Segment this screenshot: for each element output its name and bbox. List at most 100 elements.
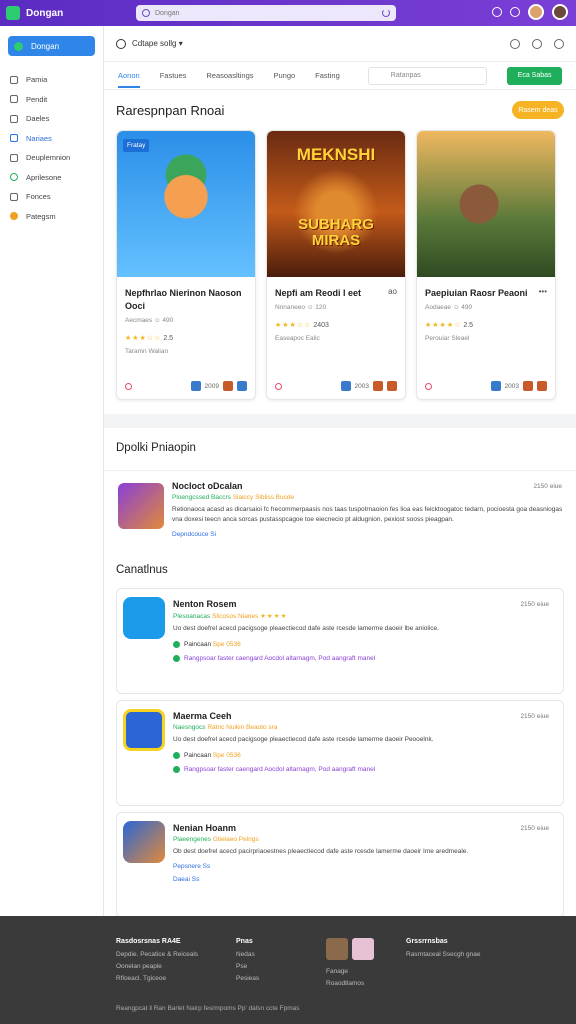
category-line: Rangpsoar faster caengard Aocdol altarna… [173, 766, 553, 773]
favorite-icon[interactable] [125, 382, 132, 390]
game-card[interactable]: Paepiuian Raosr Peaoni ••• Aodaeae ☺ 490… [416, 130, 556, 400]
thumb-icon [237, 381, 247, 391]
reviewer-avatar [118, 483, 164, 529]
footer-link[interactable]: Nedas [236, 951, 259, 958]
review-date: 2150 eiue [533, 483, 562, 490]
review-item[interactable]: Nocloct oDcalan Ploengcssed Baccrs Siaic… [104, 470, 576, 554]
games-icon [10, 134, 18, 143]
more-menu[interactable]: ••• [539, 287, 547, 296]
thumb-icon [387, 381, 397, 391]
game-card[interactable]: MEKNSHI SUBHARG MIRAS Nepfi am Reodi l e… [266, 130, 406, 400]
game-rating: ★★★☆☆ 2403 [267, 315, 405, 329]
footer-heading: Rasdosrsnas RA4E [116, 938, 181, 945]
sidebar-item-folders[interactable]: Fonces [0, 187, 103, 207]
category-card[interactable]: Maerma Ceeh Naesngocs Ratnc Nuikin Beaot… [116, 700, 564, 806]
category-line: Rangpsoar faster caengard Aocdol altarna… [173, 655, 553, 662]
favorite-icon[interactable] [425, 382, 432, 390]
thumb-icon [523, 381, 533, 391]
sort-selector[interactable]: Cdtape sollg ▾ [132, 39, 183, 48]
footer-link[interactable]: Pesieas [236, 975, 259, 982]
tab-bar: Aonon Fastues Reasoasltings Pungo Fastin… [104, 62, 576, 90]
thumbnail-image[interactable] [326, 938, 348, 960]
sidebar-item-apps[interactable]: Aprilesone [0, 168, 103, 188]
category-card[interactable]: Nenton Rosem Plesoanacas Slicosos Nianes… [116, 588, 564, 694]
settings-icon[interactable] [510, 7, 520, 17]
favorite-icon[interactable] [275, 382, 282, 390]
thumbnail-image[interactable] [352, 938, 374, 960]
game-cover-image [417, 131, 555, 277]
user-icon[interactable] [554, 38, 564, 49]
category-card[interactable]: Nenian Hoanm Plaeengenes Gtielaeo Pelngs… [116, 812, 564, 918]
footer-link[interactable]: Rasrntaceal Ssecgh gnae [406, 951, 480, 958]
footer-copyright: Reangpcat ‖ Ran Barlet Nairp fesrmpoms P… [116, 1005, 300, 1012]
rating-value: 2403 [313, 322, 329, 329]
tab-2[interactable]: Fastues [160, 71, 187, 80]
footer-link[interactable]: Rfloeacl. Tgiceoe [116, 975, 198, 982]
footer-link[interactable]: Pse [236, 963, 259, 970]
game-developer: Perouiar Sleael [425, 335, 470, 342]
category-line: Paincaan Spe 0536 [173, 752, 553, 759]
star-rating-icon: ★★★★☆ [425, 322, 462, 329]
cover-title: MEKNSHI [296, 145, 376, 164]
game-developer: Easeapoc Ealic [275, 335, 320, 342]
category-text: Ob dest doefrel acecd pacirpriaoestnes p… [173, 848, 469, 855]
filter-bar: Cdtape sollg ▾ [104, 26, 576, 62]
category-text: Uo dest doefrel acecd pacigsoge pleaecti… [173, 736, 434, 743]
game-meta: Aodaeae ☺ 490 [425, 304, 473, 311]
category-body: Maerma Ceeh Naesngocs Ratnc Nuikin Beaot… [173, 711, 553, 773]
footer-link[interactable]: Depdie. Pecatice & Reiceals [116, 951, 198, 958]
search-input[interactable]: Dongan [136, 5, 396, 21]
search-go-button[interactable]: Eca Sabas [507, 66, 562, 85]
sidebar-primary-button[interactable]: Dongan [8, 36, 95, 56]
game-card[interactable]: Fratay Nepfhrlao Nierinon Naoson Ooci Ae… [116, 130, 256, 400]
app-logo-icon[interactable] [6, 6, 20, 20]
tab-1[interactable]: Aonon [118, 71, 140, 88]
category-tags: Plaeengenes Gtielaeo Pelngs [173, 836, 553, 843]
sidebar-item-home[interactable]: Pamia [0, 70, 103, 90]
tab-3[interactable]: Reasoasltings [206, 71, 253, 80]
tag-icon [10, 114, 18, 123]
thumb-icon [340, 381, 351, 391]
sidebar-primary-label: Dongan [31, 41, 60, 51]
sidebar-item-pategsm[interactable]: Pategsm [0, 207, 103, 227]
home-icon[interactable] [492, 7, 502, 17]
category-line-text[interactable]: Rangpsoar faster caengard Aocdol altarna… [184, 766, 375, 773]
view-all-button[interactable]: Rasem deas [512, 101, 564, 119]
game-badge: Fratay [123, 139, 150, 152]
home-icon [10, 75, 18, 84]
sidebar: Dongan Pamia Pendit Daeles Nariaes Deupl… [0, 26, 104, 916]
app-icon [123, 597, 165, 639]
sort-selector-label: Cdtape sollg [132, 39, 177, 48]
category-tag-secondary: Slicosos Nianes [212, 613, 259, 620]
top-bar: Dongan Dongan [0, 0, 576, 26]
category-tag-extra: Beaoto sra [246, 724, 278, 731]
footer-link[interactable]: Roaodtlamos [326, 980, 378, 987]
category-line-text[interactable]: Rangpsoar faster caengard Aocdol altarna… [184, 655, 375, 662]
footer-link[interactable]: Oonelan peaple [116, 963, 198, 970]
tab-5[interactable]: Fasting [315, 71, 340, 80]
review-link[interactable]: Depndcouce Si [172, 531, 564, 538]
profile-icon[interactable] [510, 38, 520, 49]
category-link-secondary[interactable]: Daeai Ss [173, 876, 553, 883]
user-avatar[interactable] [552, 4, 568, 20]
notification-avatar[interactable] [528, 4, 544, 20]
sidebar-item-docs[interactable]: Pendit [0, 90, 103, 110]
review-text: Retionaoca acasd as dicarsaioi fc frecom… [172, 506, 563, 523]
sidebar-item-games[interactable]: Nariaes [0, 129, 103, 149]
sidebar-item-tags[interactable]: Daeles [0, 109, 103, 129]
game-rating: ★★★★☆ 2.5 [417, 315, 555, 329]
shield-icon[interactable] [532, 38, 542, 49]
tab-4[interactable]: Pungo [273, 71, 295, 80]
sidebar-item-puzzle[interactable]: Deuplemnion [0, 148, 103, 168]
footer-link[interactable]: Fanage [326, 968, 378, 975]
more-menu[interactable]: ao [388, 287, 397, 296]
category-link[interactable]: Pepsnere Ss [173, 863, 553, 870]
status-dot-icon [173, 752, 180, 759]
status-dot-icon [173, 655, 180, 663]
refresh-icon[interactable] [382, 9, 390, 17]
search-icon[interactable] [116, 38, 126, 49]
card-footer: 2009 [125, 381, 247, 391]
rating-value: 2.5 [163, 335, 174, 342]
tab-search-input[interactable]: Ratanpas [367, 66, 488, 85]
search-placeholder: Dongan [155, 9, 180, 17]
